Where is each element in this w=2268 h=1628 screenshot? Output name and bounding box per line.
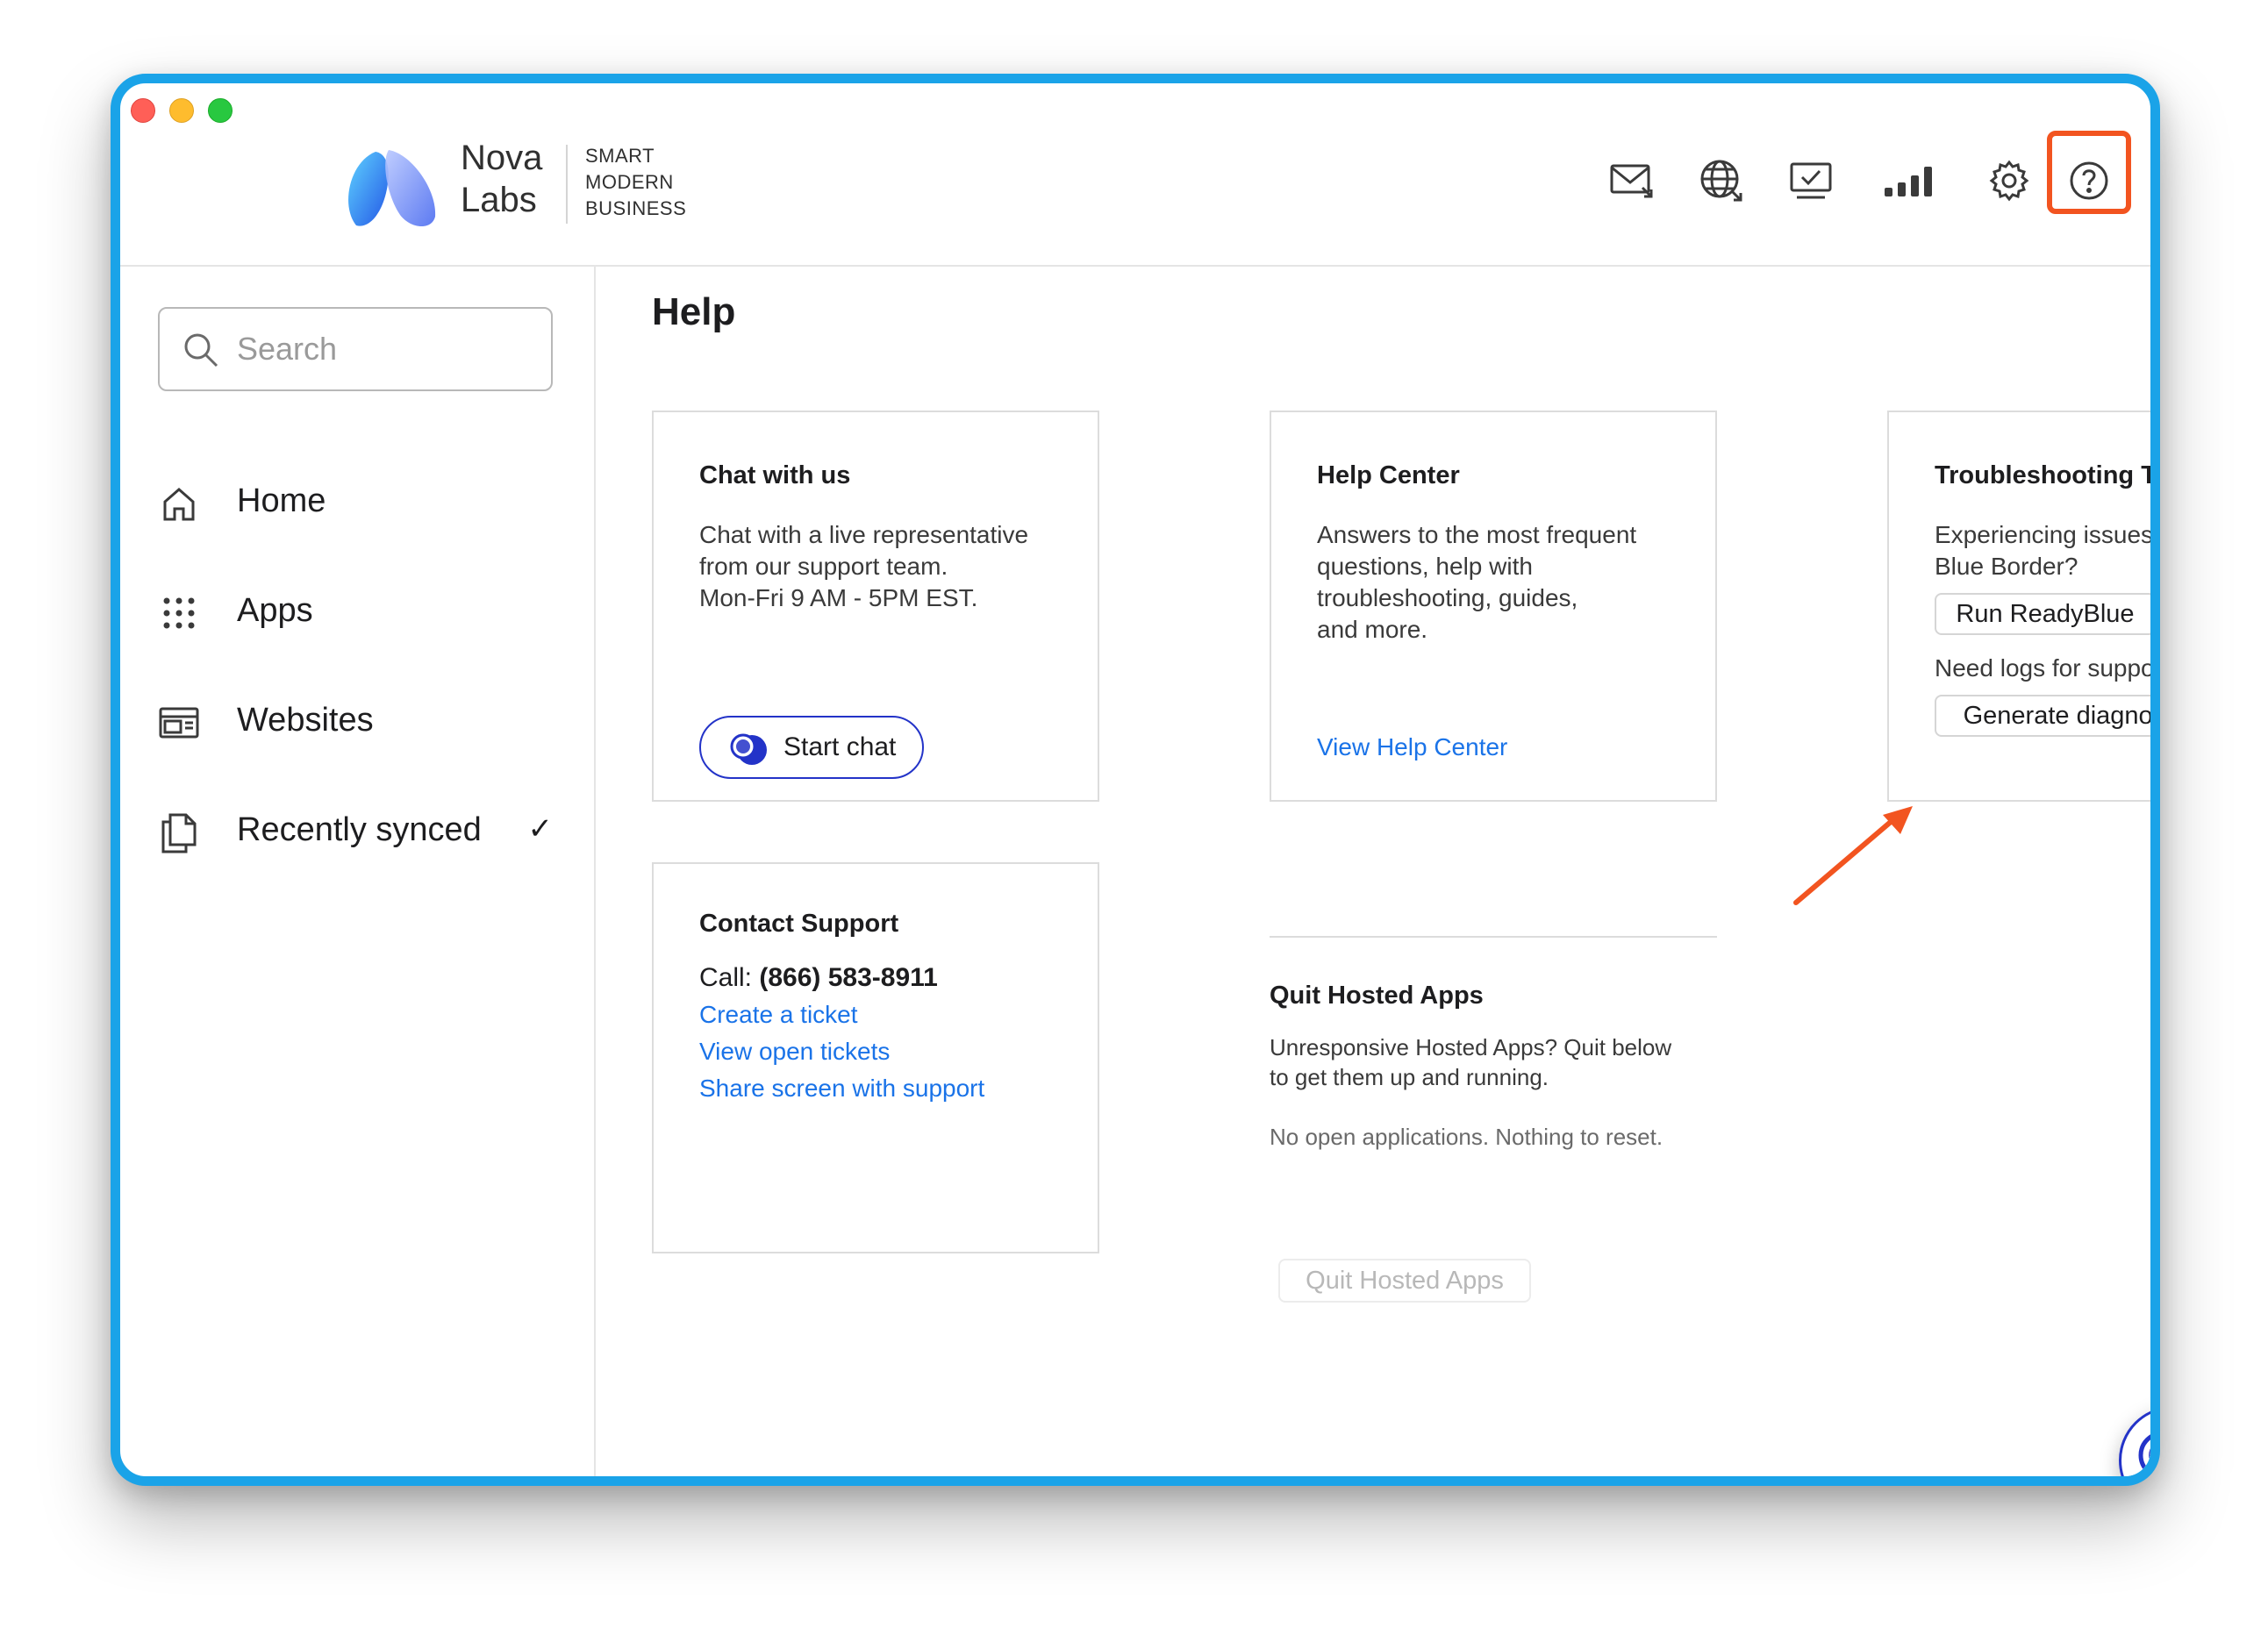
tagline-line-2: MODERN: [585, 171, 674, 193]
chat-card-line: from our support team.: [699, 553, 948, 580]
section-divider: [1270, 936, 1717, 938]
call-label: Call:: [699, 963, 753, 992]
logo-wordmark: Nova Labs: [461, 137, 542, 221]
quit-hosted-apps-title: Quit Hosted Apps: [1270, 982, 1484, 1010]
help-center-title: Help Center: [1317, 461, 1460, 489]
help-center-line: and more.: [1317, 616, 1428, 643]
sidebar: Search Home Apps Websites Recently synce…: [120, 267, 596, 1476]
search-input[interactable]: Search: [158, 307, 553, 391]
chat-card: Chat with us Chat with a live representa…: [652, 411, 1099, 802]
generate-diagnostic-logs-button[interactable]: Generate diagnostic logs: [1935, 695, 2150, 737]
chat-card-title: Chat with us: [699, 461, 851, 489]
troubleshooting-card: Troubleshooting Tools Experiencing issue…: [1887, 411, 2160, 802]
contact-support-card: Contact Support Call: (866) 583-8911 Cre…: [652, 862, 1099, 1253]
signal-bars-icon[interactable]: [1878, 150, 1940, 211]
sidebar-item-label: Apps: [237, 592, 313, 629]
view-open-tickets-link[interactable]: View open tickets: [699, 1036, 890, 1067]
help-icon[interactable]: [2058, 150, 2120, 211]
mail-icon[interactable]: [1601, 150, 1663, 211]
create-ticket-link[interactable]: Create a ticket: [699, 999, 858, 1031]
page-title: Help: [652, 290, 736, 333]
documents-icon: [161, 813, 197, 853]
chat-card-line: Mon-Fri 9 AM - 5PM EST.: [699, 584, 978, 611]
help-center-line: questions, help with: [1317, 553, 1533, 580]
help-center-line: Answers to the most frequent: [1317, 521, 1637, 548]
search-icon: [184, 333, 218, 368]
sidebar-item-label: Recently synced: [237, 811, 482, 848]
chat-logo-icon: [2138, 1434, 2150, 1476]
start-chat-button[interactable]: Start chat: [699, 716, 924, 779]
sidebar-item-label: Home: [237, 482, 326, 519]
troubleshooting-line: Need logs for support?: [1935, 654, 2160, 682]
contact-support-title: Contact Support: [699, 910, 899, 938]
logo-divider: [566, 145, 568, 224]
app-header: Nova Labs SMART MODERN BUSINESS: [120, 83, 2150, 267]
grid-icon: [163, 597, 195, 629]
troubleshooting-line: Experiencing issues with: [1935, 521, 2154, 548]
logo-line-2: Labs: [461, 181, 537, 219]
tagline-line-3: BUSINESS: [585, 197, 687, 219]
annotation-arrow-icon: [1793, 806, 1913, 905]
nova-labs-logo-icon: [348, 150, 436, 227]
globe-icon[interactable]: [1691, 150, 1752, 211]
share-screen-link[interactable]: Share screen with support: [699, 1073, 984, 1104]
monitor-check-icon[interactable]: [1780, 150, 1842, 211]
browser-window-icon: [159, 707, 199, 739]
sidebar-item-recently-synced[interactable]: Recently synced ✓: [158, 806, 562, 859]
quit-status-text: No open applications. Nothing to reset.: [1270, 1124, 1663, 1150]
sidebar-item-home[interactable]: Home: [158, 477, 562, 530]
troubleshooting-line: Blue Border?: [1935, 553, 2078, 580]
phone-number[interactable]: (866) 583-8911: [759, 963, 938, 992]
troubleshooting-title: Troubleshooting Tools: [1935, 461, 2155, 489]
phone-line: Call: (866) 583-8911: [699, 962, 938, 994]
view-help-center-link[interactable]: View Help Center: [1317, 732, 1507, 763]
chat-card-line: Chat with a live representative: [699, 521, 1029, 548]
app-window: Nova Labs SMART MODERN BUSINESS Search H…: [111, 74, 2160, 1486]
help-center-line: troubleshooting, guides,: [1317, 584, 1578, 611]
sidebar-item-apps[interactable]: Apps: [158, 587, 562, 639]
sidebar-item-websites[interactable]: Websites: [158, 696, 562, 749]
chat-logo-icon: [730, 733, 767, 765]
logo-tagline: SMART MODERN BUSINESS: [585, 143, 686, 222]
logo-line-1: Nova: [461, 139, 543, 177]
sidebar-item-label: Websites: [237, 702, 374, 739]
floating-chat-button[interactable]: [2119, 1406, 2150, 1476]
checkmark-icon: ✓: [527, 812, 554, 846]
tagline-line-1: SMART: [585, 145, 655, 167]
run-readyblue-button[interactable]: Run ReadyBlue: [1935, 593, 2150, 635]
quit-hosted-apps-desc: Unresponsive Hosted Apps? Quit below to …: [1270, 1032, 1671, 1092]
gear-icon[interactable]: [1978, 150, 2040, 211]
help-center-card: Help Center Answers to the most frequent…: [1270, 411, 1717, 802]
quit-desc-line: Unresponsive Hosted Apps? Quit below: [1270, 1034, 1672, 1060]
home-icon: [163, 488, 195, 521]
start-chat-label: Start chat: [783, 732, 897, 761]
quit-desc-line: to get them up and running.: [1270, 1064, 1549, 1090]
quit-hosted-apps-button[interactable]: Quit Hosted Apps: [1278, 1259, 1531, 1303]
search-placeholder: Search: [237, 331, 338, 367]
